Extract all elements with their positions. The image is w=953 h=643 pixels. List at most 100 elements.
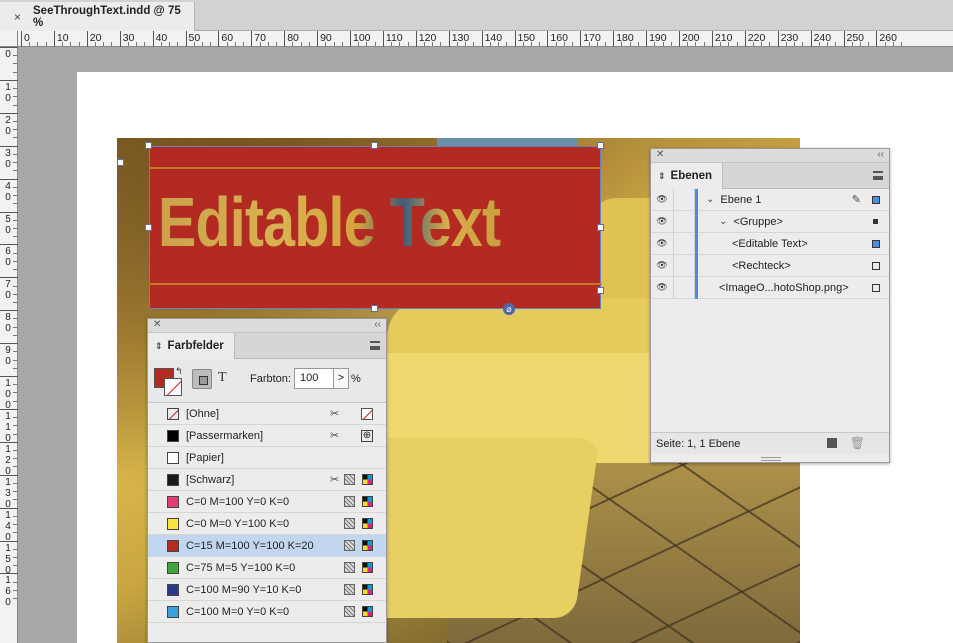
lock-toggle[interactable]: [673, 276, 695, 299]
updown-icon: ⇕: [658, 170, 666, 181]
handle-top-right[interactable]: [597, 142, 604, 149]
layers-panel-topbar: ✕ ‹‹: [651, 149, 889, 163]
cmyk-mode-icon: [362, 584, 373, 595]
eye-icon[interactable]: 👁: [651, 260, 673, 271]
new-layer-icon[interactable]: [827, 438, 837, 448]
ruler-minor-tick: [144, 42, 146, 46]
eye-icon[interactable]: 👁: [651, 238, 673, 249]
layer-name: <Editable Text>: [732, 237, 808, 250]
ruler-minor-tick: [901, 42, 902, 46]
swatch-row[interactable]: [Passermarken] ✂ ⊕: [148, 425, 386, 447]
layer-row[interactable]: 👁 ⌄ Ebene 1 ✎: [651, 188, 889, 211]
chevron-down-icon[interactable]: ⌄: [706, 194, 714, 205]
close-icon[interactable]: ✕: [153, 319, 161, 330]
selection-square-icon[interactable]: [872, 283, 880, 292]
ruler-major-tick: [0, 540, 18, 542]
collapse-panel-icon[interactable]: ‹‹: [374, 319, 381, 330]
swatch-row[interactable]: C=100 M=0 Y=0 K=0: [148, 601, 386, 623]
layer-row[interactable]: 👁 ⌄ <Gruppe>: [651, 210, 889, 233]
process-color-icon: [344, 584, 355, 595]
close-tab-icon[interactable]: ×: [14, 10, 21, 24]
selection-square-icon[interactable]: [873, 219, 878, 224]
handle-top-middle[interactable]: [371, 142, 378, 149]
swatch-row[interactable]: [Ohne] ✂: [148, 403, 386, 425]
panel-menu-icon[interactable]: [370, 341, 380, 350]
selection-square-icon[interactable]: [872, 261, 880, 270]
editable-text[interactable]: Editable Text: [158, 182, 519, 262]
tab-swatches[interactable]: ⇕ Farbfelder: [148, 333, 235, 359]
handle-middle-left[interactable]: [145, 224, 152, 231]
trash-icon[interactable]: 🗑: [850, 436, 865, 450]
lock-toggle[interactable]: [673, 254, 695, 277]
layer-row[interactable]: 👁 <Rechteck>: [651, 254, 889, 277]
ruler-major-tick: [547, 31, 549, 47]
ruler-minor-tick: [136, 42, 138, 46]
lock-toggle[interactable]: [673, 210, 695, 233]
ruler-minor-tick: [300, 42, 302, 46]
swatch-row[interactable]: C=100 M=90 Y=10 K=0: [148, 579, 386, 601]
ruler-label: 120: [418, 32, 437, 44]
panel-menu-icon[interactable]: [873, 171, 883, 180]
stroke-color-box[interactable]: [164, 378, 182, 396]
ruler-minor-tick: [818, 42, 820, 46]
swatch-row[interactable]: C=0 M=0 Y=100 K=0: [148, 513, 386, 535]
layer-row[interactable]: 👁 <Editable Text>: [651, 232, 889, 255]
ruler-minor-tick: [687, 42, 689, 46]
handle-group-left[interactable]: [117, 159, 124, 166]
process-color-icon: [344, 474, 355, 485]
content-grabber-icon[interactable]: ⌀: [503, 303, 515, 315]
ruler-major-tick: [0, 211, 18, 213]
layer-row[interactable]: 👁 <ImageO...hotoShop.png>: [651, 276, 889, 299]
tint-slider-toggle[interactable]: >: [333, 368, 349, 389]
layer-color-bar: [695, 276, 698, 299]
swatch-controls: ↰ T Farbton: 100 > %: [148, 359, 386, 403]
ruler-major-tick: [0, 507, 18, 509]
swatch-row[interactable]: [Papier]: [148, 447, 386, 469]
ruler-label: 20: [5, 114, 11, 137]
swatch-name: [Ohne]: [186, 407, 220, 420]
lock-toggle[interactable]: [673, 232, 695, 255]
handle-top-left[interactable]: [145, 142, 152, 149]
chevron-down-icon[interactable]: ⌄: [719, 216, 727, 227]
eye-icon[interactable]: 👁: [651, 216, 673, 227]
eye-icon[interactable]: 👁: [651, 282, 673, 293]
lock-toggle[interactable]: [673, 188, 695, 211]
ruler-label: 70: [5, 279, 11, 302]
ruler-major-tick: [0, 145, 18, 147]
ruler-minor-tick: [835, 42, 837, 46]
selection-square-icon[interactable]: [872, 195, 880, 204]
ruler-minor-tick: [259, 42, 261, 46]
tab-layers[interactable]: ⇕ Ebenen: [651, 163, 724, 189]
ruler-minor-tick: [13, 121, 17, 122]
handle-middle-right[interactable]: [597, 224, 604, 231]
ruler-minor-tick: [13, 359, 17, 361]
formatting-container-button[interactable]: [192, 369, 212, 389]
ruler-minor-tick: [703, 42, 705, 46]
ruler-major-tick: [646, 31, 648, 47]
vertical-ruler[interactable]: 0 10 20 30 40 50 60 70 80 90 100110120130140150160: [0, 47, 18, 643]
document-tab[interactable]: × SeeThroughText.indd @ 75 %: [0, 2, 195, 31]
horizontal-ruler[interactable]: 0 10 20 30 40 50 60 70 80 90 100 110 120 130 140 150 160…: [18, 31, 953, 47]
swatch-chip: [167, 451, 179, 464]
tint-input[interactable]: 100: [294, 368, 334, 389]
swatch-row[interactable]: C=75 M=5 Y=100 K=0: [148, 557, 386, 579]
handle-bottom-right[interactable]: [597, 287, 604, 294]
selection-square-icon[interactable]: [872, 239, 880, 248]
swatch-row[interactable]: [Schwarz] ✂: [148, 469, 386, 491]
ruler-major-tick: [53, 31, 55, 47]
swatch-row[interactable]: C=15 M=100 Y=100 K=20: [148, 535, 386, 557]
text-frame-selected[interactable]: Editable Text: [149, 146, 602, 309]
ruler-origin[interactable]: [0, 31, 18, 47]
close-icon[interactable]: ✕: [656, 149, 664, 160]
ruler-minor-tick: [29, 42, 31, 46]
ruler-major-tick: [481, 31, 483, 47]
swatch-row[interactable]: C=0 M=100 Y=0 K=0: [148, 491, 386, 513]
formatting-text-button[interactable]: T: [218, 370, 227, 386]
collapse-panel-icon[interactable]: ‹‹: [877, 149, 884, 160]
process-color-icon: [344, 562, 355, 573]
ruler-label: 240: [813, 32, 832, 44]
swap-fill-stroke-icon[interactable]: ↰: [175, 366, 183, 377]
handle-bottom-middle[interactable]: [371, 305, 378, 312]
eye-icon[interactable]: 👁: [651, 194, 673, 205]
resize-grip[interactable]: [761, 457, 781, 461]
